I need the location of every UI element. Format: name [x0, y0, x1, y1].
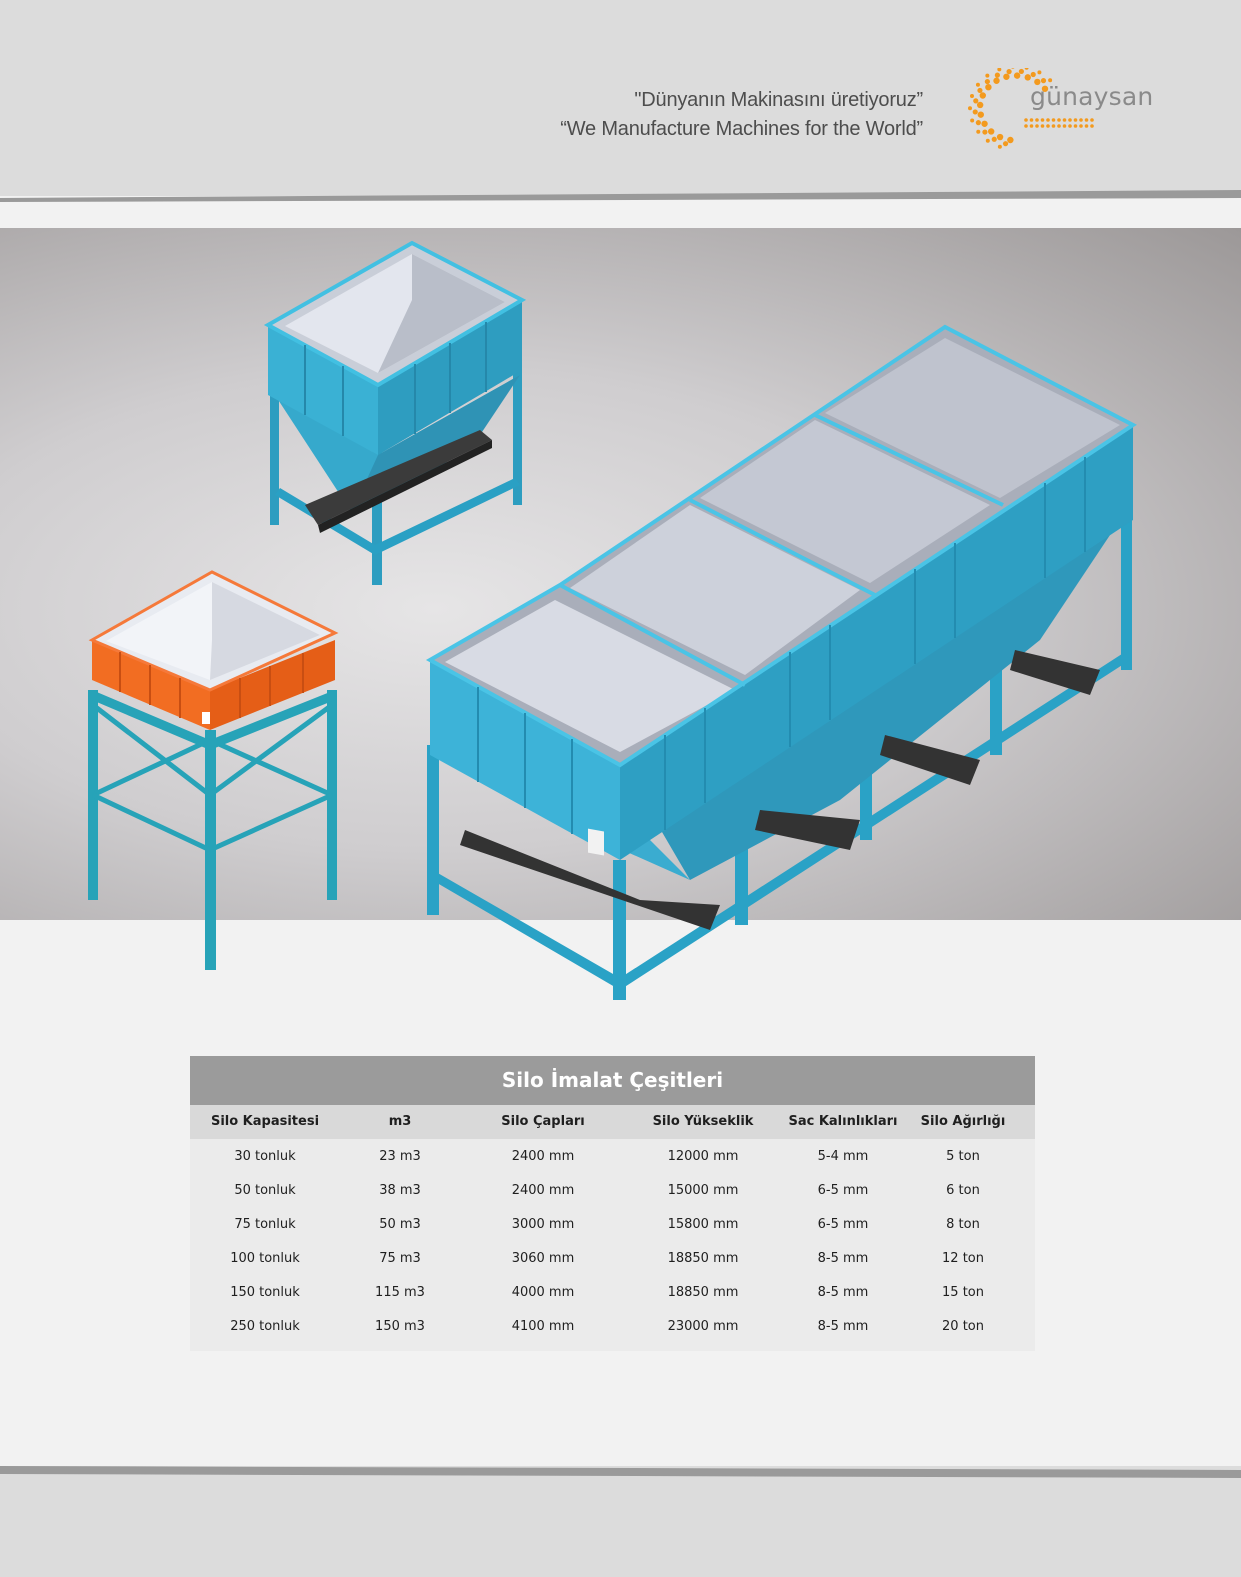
table-cell: 23000 mm [667, 1319, 739, 1334]
table-cell: 15 ton [942, 1285, 984, 1300]
table-cell: 5 ton [946, 1149, 980, 1164]
table-cell: 250 tonluk [230, 1319, 300, 1334]
column-header: Silo Kapasitesi [210, 1114, 320, 1129]
silo-specs-table: Silo İmalat Çeşitleri Silo Kapasitesi m3… [190, 1056, 1035, 1351]
quad-blue-silo [425, 324, 1137, 1000]
page-footer [0, 1466, 1241, 1577]
table-cell: 30 tonluk [234, 1149, 296, 1164]
table-header-row: Silo Kapasitesi m3 Silo Çapları Silo Yük… [190, 1105, 1035, 1139]
table-cell: 50 m3 [379, 1217, 421, 1232]
table-row: 250 tonluk 150 m3 4100 mm 23000 mm 8-5 mm 20 … [190, 1309, 1035, 1343]
table-cell: 6 ton [946, 1183, 980, 1198]
table-cell: 20 ton [942, 1319, 984, 1334]
column-header: Sac Kalınlıkları [788, 1114, 898, 1129]
table-cell: 75 tonluk [234, 1217, 296, 1232]
table-cell: 8-5 mm [817, 1251, 869, 1266]
table-cell: 6-5 mm [817, 1183, 869, 1198]
table-cell: 150 m3 [375, 1319, 425, 1334]
table-cell: 4000 mm [511, 1285, 575, 1300]
table-cell: 4100 mm [511, 1319, 575, 1334]
column-header: Silo Çapları [501, 1114, 585, 1129]
table-cell: 3000 mm [511, 1217, 575, 1232]
table-cell: 2400 mm [511, 1149, 575, 1164]
table-cell: 18850 mm [667, 1285, 739, 1300]
table-cell: 15800 mm [667, 1217, 739, 1232]
table-cell: 2400 mm [511, 1183, 575, 1198]
table-cell: 6-5 mm [817, 1217, 869, 1232]
orange-hopper [88, 570, 339, 970]
table-row: 30 tonluk 23 m3 2400 mm 12000 mm 5-4 mm 5 ton [190, 1139, 1035, 1173]
table-body: 30 tonluk 23 m3 2400 mm 12000 mm 5-4 mm 5 ton… [190, 1139, 1035, 1343]
table-cell: 8-5 mm [817, 1285, 869, 1300]
table-cell: 8 ton [946, 1217, 980, 1232]
table-title: Silo İmalat Çeşitleri [190, 1056, 1035, 1105]
column-header: Silo Ağırlığı [920, 1114, 1006, 1129]
table-cell: 5-4 mm [817, 1149, 869, 1164]
table-cell: 115 m3 [375, 1285, 425, 1300]
table-cell: 12 ton [942, 1251, 984, 1266]
table-cell: 23 m3 [379, 1149, 421, 1164]
silo-illustration [88, 240, 1137, 1000]
table-cell: 38 m3 [379, 1183, 421, 1198]
table-cell: 100 tonluk [230, 1251, 300, 1266]
footer-divider [0, 1466, 1241, 1478]
column-header: m3 [388, 1114, 412, 1129]
table-row: 50 tonluk 38 m3 2400 mm 15000 mm 6-5 mm 6 ton [190, 1173, 1035, 1207]
table-cell: 15000 mm [667, 1183, 739, 1198]
table-cell: 50 tonluk [234, 1183, 296, 1198]
table-row: 150 tonluk 115 m3 4000 mm 18850 mm 8-5 mm 15 … [190, 1275, 1035, 1309]
table-row: 100 tonluk 75 m3 3060 mm 18850 mm 8-5 mm 12 t… [190, 1241, 1035, 1275]
table-cell: 18850 mm [667, 1251, 739, 1266]
table-cell: 75 m3 [379, 1251, 421, 1266]
table-cell: 150 tonluk [230, 1285, 300, 1300]
small-blue-hopper [263, 240, 527, 585]
table-row: 75 tonluk 50 m3 3000 mm 15800 mm 6-5 mm 8 ton [190, 1207, 1035, 1241]
table-cell: 3060 mm [511, 1251, 575, 1266]
table-cell: 8-5 mm [817, 1319, 869, 1334]
column-header: Silo Yükseklik [652, 1114, 754, 1129]
table-cell: 12000 mm [667, 1149, 739, 1164]
